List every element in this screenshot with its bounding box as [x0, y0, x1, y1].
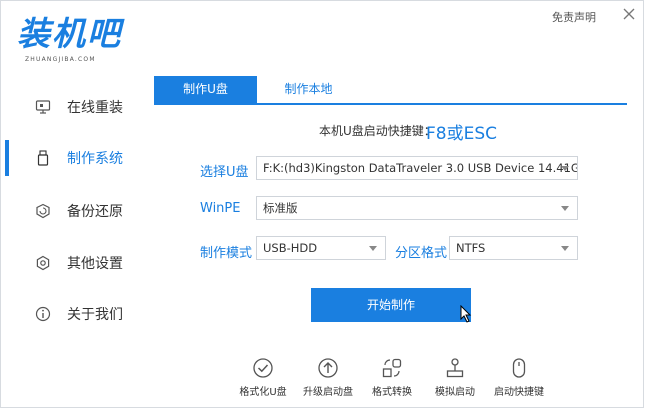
- usb-select-label: 选择U盘: [200, 165, 249, 180]
- tool-format-usb[interactable]: 格式化U盘: [228, 357, 298, 403]
- gear-icon: [36, 255, 50, 271]
- usb-drive-icon: [37, 150, 49, 166]
- sidebar-item-online-reinstall[interactable]: 在线重装: [1, 82, 151, 132]
- mode-select[interactable]: USB-HDD: [256, 236, 386, 260]
- sidebar-item-other-settings[interactable]: 其他设置: [1, 238, 151, 288]
- sidebar-item-backup-restore[interactable]: 备份还原: [1, 186, 151, 236]
- partition-select[interactable]: NTFS: [449, 236, 578, 260]
- logo-subtitle: ZHUANGJIBA.COM: [25, 56, 96, 63]
- chevron-down-icon: [561, 166, 569, 171]
- mouse-icon: [512, 358, 526, 378]
- tool-boot-hotkey[interactable]: 启动快捷键: [484, 357, 554, 403]
- tab-make-usb[interactable]: 制作U盘: [154, 76, 257, 103]
- winpe-select[interactable]: 标准版: [256, 196, 578, 220]
- tool-label: 模拟启动: [435, 387, 475, 398]
- hotkey-value: F8或ESC: [426, 124, 497, 144]
- sidebar-item-about-us[interactable]: 关于我们: [1, 289, 151, 339]
- start-make-button[interactable]: 开始制作: [311, 288, 471, 322]
- tool-simulate-boot[interactable]: 模拟启动: [420, 357, 490, 403]
- backup-restore-icon: [36, 203, 50, 219]
- partition-select-value: NTFS: [456, 241, 486, 255]
- usb-select[interactable]: F:K:(hd3)Kingston DataTraveler 3.0 USB D…: [256, 156, 578, 180]
- tool-label: 格式转换: [372, 387, 412, 398]
- chevron-down-icon: [561, 246, 569, 251]
- sidebar-item-label: 在线重装: [67, 100, 123, 116]
- chevron-down-icon: [369, 246, 377, 251]
- partition-select-label: 分区格式: [395, 246, 448, 261]
- hotkey-label: 本机U盘启动快捷键：: [319, 124, 436, 138]
- tool-label: 格式化U盘: [239, 387, 287, 398]
- sidebar-item-make-system[interactable]: 制作系统: [1, 133, 151, 183]
- mode-select-value: USB-HDD: [263, 241, 318, 255]
- convert-icon: [382, 358, 402, 378]
- chevron-down-icon: [561, 206, 569, 211]
- tab-bar: 制作U盘 制作本地: [154, 76, 627, 105]
- sidebar-item-label: 制作系统: [67, 151, 123, 167]
- info-icon: [35, 306, 51, 322]
- tool-label: 升级启动盘: [303, 387, 353, 398]
- logo-text: 装机吧: [17, 14, 122, 53]
- close-icon[interactable]: [622, 7, 636, 21]
- tool-label: 启动快捷键: [494, 387, 544, 398]
- check-circle-icon: [253, 358, 273, 378]
- mouse-pointer-icon: [460, 305, 472, 323]
- logo: 装机吧 ZHUANGJIBA.COM: [17, 15, 135, 67]
- tool-format-convert[interactable]: 格式转换: [357, 357, 427, 403]
- winpe-select-value: 标准版: [263, 201, 298, 215]
- usb-select-value: F:K:(hd3)Kingston DataTraveler 3.0 USB D…: [263, 161, 578, 175]
- joystick-icon: [446, 358, 464, 378]
- tool-upgrade-boot-disk[interactable]: 升级启动盘: [293, 357, 363, 403]
- monitor-icon: [35, 100, 51, 114]
- app-window: 装机吧 ZHUANGJIBA.COM 免责声明 在线重装 制作系统 备份还原 其…: [0, 0, 644, 408]
- sidebar-item-label: 其他设置: [67, 256, 123, 272]
- winpe-select-label: WinPE: [200, 201, 241, 216]
- upgrade-icon: [318, 358, 338, 378]
- tab-make-local[interactable]: 制作本地: [271, 76, 346, 103]
- mode-select-label: 制作模式: [200, 246, 253, 261]
- sidebar-item-label: 关于我们: [67, 307, 123, 323]
- disclaimer-link[interactable]: 免责声明: [552, 9, 596, 25]
- sidebar-item-label: 备份还原: [67, 204, 123, 220]
